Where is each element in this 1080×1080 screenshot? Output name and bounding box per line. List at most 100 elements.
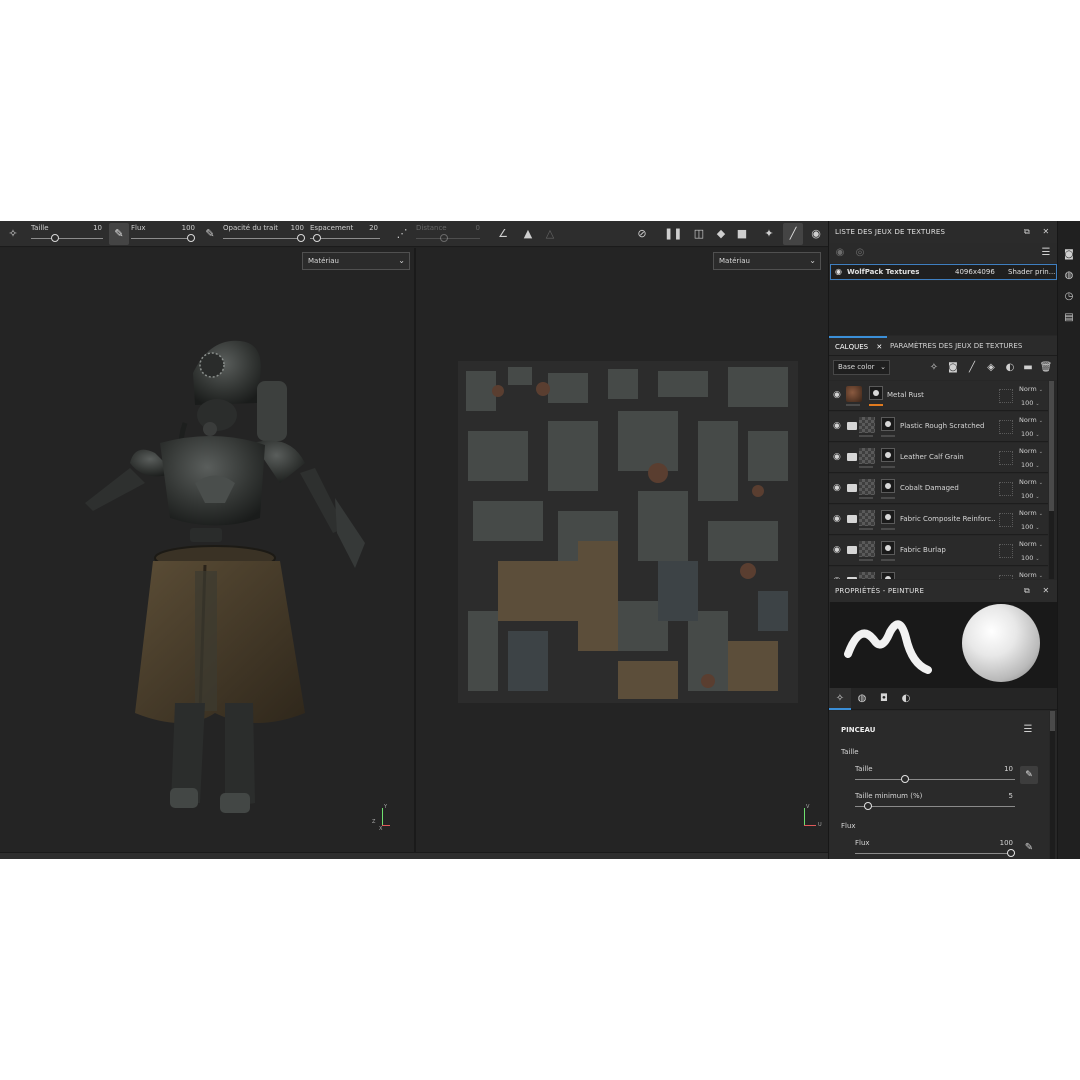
undock-icon[interactable]: ⧉	[1021, 221, 1033, 243]
layer-opacity[interactable]: 100 ⌄	[1021, 523, 1040, 531]
size-slider-track[interactable]	[31, 238, 103, 239]
viewport-3d[interactable]: Matériau ⌄ Y Z X	[0, 248, 414, 852]
viewport-2d-mode-dropdown[interactable]: Matériau ⌄	[713, 252, 821, 270]
visibility-off-icon[interactable]: ◎	[853, 246, 867, 260]
layer-blend-mode[interactable]: Norm ⌄	[1019, 540, 1043, 548]
flow-slider-track[interactable]	[131, 238, 195, 239]
layer-row[interactable]: ◉ Fabric Composite Reinforc... Norm ⌄ 100 ⌄	[829, 505, 1048, 535]
layer-mask-thumbnail[interactable]	[881, 510, 895, 524]
properties-scrollbar-thumb[interactable]	[1050, 711, 1055, 731]
add-fill-layer-icon[interactable]: ◈	[984, 361, 998, 375]
layer-opacity[interactable]: 100 ⌄	[1021, 399, 1040, 407]
viewport-2d[interactable]: Matériau ⌄ V U	[416, 248, 828, 852]
alpha-tab-icon[interactable]: ◍	[851, 688, 873, 710]
layer-mask-thumbnail[interactable]	[881, 479, 895, 493]
close-icon[interactable]: ✕	[876, 343, 882, 351]
delete-layer-icon[interactable]: 🗑	[1039, 361, 1053, 375]
stroke-opacity-slider-track[interactable]	[223, 238, 305, 239]
eye-icon[interactable]: ◉	[833, 452, 843, 462]
layer-mask-thumbnail[interactable]	[881, 417, 895, 431]
layer-thumbnail[interactable]	[846, 386, 862, 402]
layer-row[interactable]: ◉ Metal Rust Norm ⌄ 100 ⌄	[829, 381, 1048, 411]
layer-blend-mode[interactable]: Norm ⌄	[1019, 447, 1043, 455]
layer-blend-preview[interactable]	[999, 451, 1013, 465]
add-effect-icon[interactable]: ✧	[927, 361, 941, 375]
properties-scrollbar[interactable]	[1050, 711, 1055, 859]
brush-size-slider-track[interactable]	[855, 779, 1015, 780]
settings-menu-icon[interactable]: ☰	[1039, 246, 1053, 260]
add-smart-material-icon[interactable]: ◐	[1003, 361, 1017, 375]
history-clock-icon[interactable]: ◷	[1063, 291, 1075, 303]
layers-scrollbar-thumb[interactable]	[1049, 381, 1054, 511]
min-size-slider-handle[interactable]	[864, 802, 872, 810]
channel-dropdown[interactable]: Base color ⌄	[833, 360, 890, 375]
lazy-mouse-icon[interactable]: ⋰	[395, 227, 409, 241]
min-size-slider-track[interactable]	[855, 806, 1015, 807]
material-tab-icon[interactable]: ◐	[895, 688, 917, 710]
layer-blend-mode[interactable]: Norm ⌄	[1019, 385, 1043, 393]
layer-row[interactable]: ◉ Cobalt Damaged Norm ⌄ 100 ⌄	[829, 474, 1048, 504]
layer-blend-preview[interactable]	[999, 389, 1013, 403]
layer-row[interactable]: ◉ Plastic Rough Scratched Norm ⌄ 100 ⌄	[829, 412, 1048, 442]
layer-blend-mode[interactable]: Norm ⌄	[1019, 416, 1043, 424]
spacing-slider-handle[interactable]	[313, 234, 321, 242]
layer-blend-mode[interactable]: Norm ⌄	[1019, 509, 1043, 517]
hide-icon[interactable]: ⊘	[635, 227, 649, 241]
layer-mask-thumbnail[interactable]	[869, 386, 883, 400]
flow-slider-handle[interactable]	[187, 234, 195, 242]
layer-row[interactable]: ◉ Fabric Burlap Norm ⌄ 100 ⌄	[829, 536, 1048, 566]
shelf-globe-icon[interactable]: ◍	[1063, 270, 1075, 282]
layer-thumbnail[interactable]	[859, 572, 875, 579]
layer-blend-preview[interactable]	[999, 575, 1013, 579]
brush-flow-slider-track[interactable]	[855, 853, 1015, 854]
distance-slider-handle[interactable]	[440, 234, 448, 242]
display-settings-icon[interactable]: ◙	[1063, 249, 1075, 261]
layer-opacity[interactable]: 100 ⌄	[1021, 430, 1040, 438]
layer-blend-mode[interactable]: Norm ⌄	[1019, 478, 1043, 486]
brush-preset-icon[interactable]: ✧	[6, 227, 20, 241]
display-cube-icon[interactable]: ◆	[714, 227, 728, 241]
size-pressure-button[interactable]: ✎	[1020, 766, 1038, 784]
texture-set-row[interactable]: ◉ WolfPack Textures 4096x4096 Shader pri…	[830, 264, 1057, 280]
layers-scrollbar[interactable]	[1049, 381, 1054, 579]
pause-icon[interactable]: ❚❚	[664, 227, 682, 241]
flow-pressure-icon[interactable]: ✎	[203, 227, 217, 241]
add-paint-layer-icon[interactable]: ╱	[965, 361, 979, 375]
add-folder-icon[interactable]: ▬	[1021, 361, 1035, 375]
layer-blend-preview[interactable]	[999, 544, 1013, 558]
eye-icon[interactable]: ◉	[835, 265, 842, 279]
layer-thumbnail[interactable]	[859, 541, 875, 557]
layer-thumbnail[interactable]	[859, 448, 875, 464]
flow-pressure-icon[interactable]: ✎	[1022, 841, 1036, 855]
stroke-opacity-slider-handle[interactable]	[297, 234, 305, 242]
eye-icon[interactable]: ◉	[833, 421, 843, 431]
tab-texture-set-params[interactable]: PARAMÈTRES DES JEUX DE TEXTURES	[890, 336, 1022, 356]
symmetry-mirror-icon[interactable]: △	[543, 227, 557, 241]
tab-layers[interactable]: CALQUES ✕	[829, 336, 887, 356]
log-document-icon[interactable]: ▤	[1063, 312, 1075, 324]
split-view-icon[interactable]: ◫	[692, 227, 706, 241]
undock-icon[interactable]: ⧉	[1021, 580, 1033, 602]
layer-mask-thumbnail[interactable]	[881, 448, 895, 462]
layer-blend-preview[interactable]	[999, 482, 1013, 496]
figure-icon[interactable]: ✦	[762, 227, 776, 241]
eye-icon[interactable]: ◉	[833, 545, 843, 555]
paint-brush-tool-icon[interactable]: ╱	[783, 223, 803, 245]
layer-thumbnail[interactable]	[859, 417, 875, 433]
layer-row[interactable]: ◉ Leather Calf Grain Norm ⌄ 100 ⌄	[829, 443, 1048, 473]
viewport-3d-mode-dropdown[interactable]: Matériau ⌄	[302, 252, 410, 270]
close-icon[interactable]: ✕	[1040, 221, 1052, 243]
layer-mask-thumbnail[interactable]	[881, 572, 895, 579]
layer-opacity[interactable]: 100 ⌄	[1021, 492, 1040, 500]
line-angle-icon[interactable]: ∠	[496, 227, 510, 241]
eye-icon[interactable]: ◉	[833, 483, 843, 493]
visibility-all-icon[interactable]: ◉	[833, 246, 847, 260]
camera-video-icon[interactable]: ■	[735, 227, 749, 241]
layer-blend-preview[interactable]	[999, 420, 1013, 434]
layer-mask-thumbnail[interactable]	[881, 541, 895, 555]
layer-blend-mode[interactable]: Norm ⌄	[1019, 571, 1043, 579]
layer-thumbnail[interactable]	[859, 510, 875, 526]
layer-thumbnail[interactable]	[859, 479, 875, 495]
distance-slider-track[interactable]	[416, 238, 480, 239]
eye-icon[interactable]: ◉	[833, 576, 843, 579]
